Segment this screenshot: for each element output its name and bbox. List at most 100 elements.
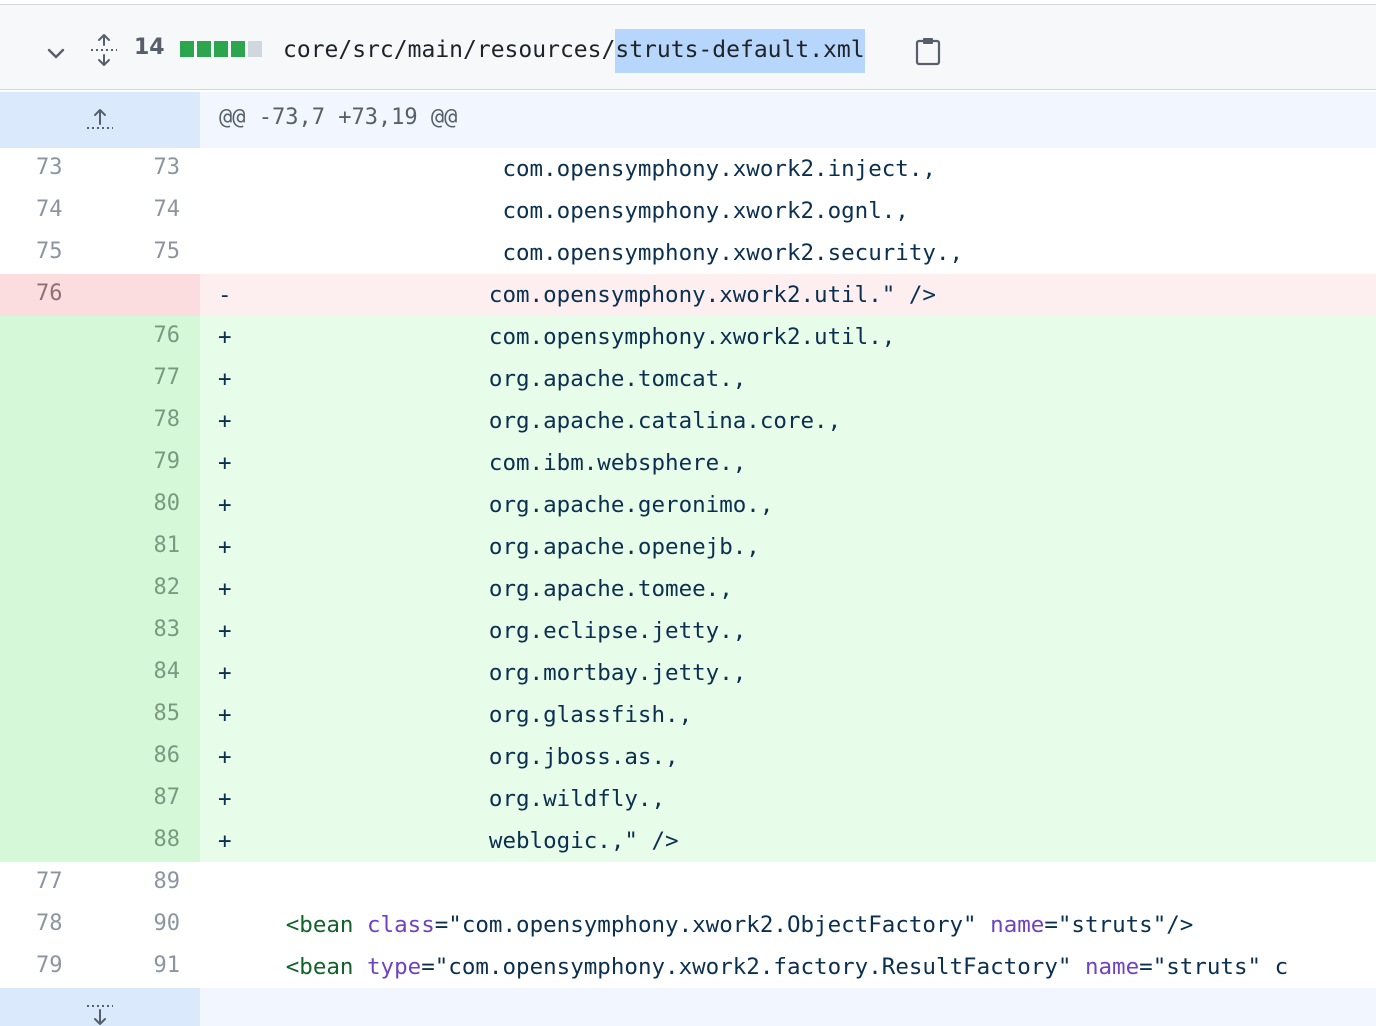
- diff-line: 78 + org.apache.catalina.core.,: [0, 400, 1376, 442]
- diff-sign: [218, 240, 232, 266]
- diffstat-block-add: [231, 41, 245, 57]
- new-line-number[interactable]: 86: [100, 736, 200, 778]
- new-line-number[interactable]: 81: [100, 526, 200, 568]
- code-text: org.glassfish.,: [231, 702, 693, 728]
- expand-down-button[interactable]: [0, 988, 200, 1026]
- old-line-number[interactable]: [0, 610, 100, 652]
- diff-line: 77 + org.apache.tomcat.,: [0, 358, 1376, 400]
- changed-lines-count: 14: [134, 35, 165, 60]
- old-line-number[interactable]: [0, 694, 100, 736]
- code-line: + org.eclipse.jetty.,: [200, 610, 1376, 652]
- code-line: com.opensymphony.xwork2.inject.,: [200, 148, 1376, 190]
- old-line-number[interactable]: [0, 568, 100, 610]
- new-line-number[interactable]: 77: [100, 358, 200, 400]
- old-line-number[interactable]: [0, 484, 100, 526]
- old-line-number[interactable]: 76: [0, 274, 100, 316]
- new-line-number[interactable]: 91: [100, 946, 200, 988]
- new-line-number[interactable]: [100, 274, 200, 316]
- code-text: com.opensymphony.xwork2.util.,: [231, 324, 896, 350]
- old-line-number[interactable]: [0, 358, 100, 400]
- old-line-number[interactable]: [0, 736, 100, 778]
- expand-all-icon[interactable]: [88, 33, 120, 67]
- old-line-number[interactable]: 77: [0, 862, 100, 904]
- diff-sign: [218, 954, 232, 980]
- new-line-number[interactable]: 76: [100, 316, 200, 358]
- diff-sign: +: [218, 366, 232, 392]
- file-path[interactable]: core/src/main/resources/struts-default.x…: [283, 29, 865, 73]
- code-text: com.opensymphony.xwork2.inject.,: [231, 156, 936, 182]
- code-attr: type: [367, 954, 422, 980]
- old-line-number[interactable]: [0, 442, 100, 484]
- code-line: + com.ibm.websphere.,: [200, 442, 1376, 484]
- expand-up-icon: [87, 109, 113, 129]
- old-line-number[interactable]: 73: [0, 148, 100, 190]
- new-line-number[interactable]: 74: [100, 190, 200, 232]
- expand-up-button[interactable]: [0, 92, 200, 148]
- code-line: + weblogic.," />: [200, 820, 1376, 862]
- code-line: + org.wildfly.,: [200, 778, 1376, 820]
- diff-line: 81 + org.apache.openejb.,: [0, 526, 1376, 568]
- chevron-down-icon[interactable]: [44, 41, 68, 65]
- code-value: ="struts" c: [1139, 954, 1289, 980]
- new-line-number[interactable]: 78: [100, 400, 200, 442]
- new-line-number[interactable]: 73: [100, 148, 200, 190]
- code-text: org.apache.catalina.core.,: [231, 408, 842, 434]
- diff-line: 77 89: [0, 862, 1376, 904]
- old-line-number[interactable]: [0, 652, 100, 694]
- new-line-number[interactable]: 84: [100, 652, 200, 694]
- diff-line: 84 + org.mortbay.jetty.,: [0, 652, 1376, 694]
- diff-sign: +: [218, 618, 232, 644]
- old-line-number[interactable]: 74: [0, 190, 100, 232]
- code-line: + org.apache.geronimo.,: [200, 484, 1376, 526]
- diff-sign: +: [218, 576, 232, 602]
- new-line-number[interactable]: 79: [100, 442, 200, 484]
- code-text: com.ibm.websphere.,: [231, 450, 747, 476]
- code-value: ="com.opensymphony.xwork2.ObjectFactory": [434, 912, 991, 938]
- new-line-number[interactable]: 89: [100, 862, 200, 904]
- new-line-number[interactable]: 82: [100, 568, 200, 610]
- code-text: org.eclipse.jetty.,: [231, 618, 747, 644]
- code-line: - com.opensymphony.xwork2.util." />: [200, 274, 1376, 316]
- old-line-number[interactable]: [0, 400, 100, 442]
- hunk-range: @@ -73,7 +73,19 @@: [219, 105, 458, 130]
- diffstat-bar: [180, 41, 262, 57]
- new-line-number[interactable]: 87: [100, 778, 200, 820]
- hunk-header: @@ -73,7 +73,19 @@: [0, 92, 1376, 148]
- old-line-number[interactable]: [0, 526, 100, 568]
- file-path-dir: core/src/main/resources/: [283, 37, 616, 63]
- new-line-number[interactable]: 83: [100, 610, 200, 652]
- new-line-number[interactable]: 75: [100, 232, 200, 274]
- diff-line: 83 + org.eclipse.jetty.,: [0, 610, 1376, 652]
- new-line-number[interactable]: 85: [100, 694, 200, 736]
- new-line-number[interactable]: 90: [100, 904, 200, 946]
- copy-path-icon[interactable]: [914, 36, 942, 66]
- diffstat-block-add: [214, 41, 228, 57]
- old-line-number[interactable]: 78: [0, 904, 100, 946]
- code-line: <bean class="com.opensymphony.xwork2.Obj…: [200, 904, 1376, 946]
- diff-sign: +: [218, 450, 232, 476]
- diff-line: 79 91 <bean type="com.opensymphony.xwork2…: [0, 946, 1376, 988]
- diff-line: 76 + com.opensymphony.xwork2.util.,: [0, 316, 1376, 358]
- diff-line: 80 + org.apache.geronimo.,: [0, 484, 1376, 526]
- new-line-number[interactable]: 88: [100, 820, 200, 862]
- code-line: + org.mortbay.jetty.,: [200, 652, 1376, 694]
- diff-sign: -: [218, 282, 232, 308]
- diff-line: 86 + org.jboss.as.,: [0, 736, 1376, 778]
- old-line-number[interactable]: [0, 820, 100, 862]
- code-line: + org.apache.tomee.,: [200, 568, 1376, 610]
- old-line-number[interactable]: 79: [0, 946, 100, 988]
- old-line-number[interactable]: [0, 316, 100, 358]
- old-line-number[interactable]: 75: [0, 232, 100, 274]
- diff-line: 79 + com.ibm.websphere.,: [0, 442, 1376, 484]
- old-line-number[interactable]: [0, 778, 100, 820]
- code-text: com.opensymphony.xwork2.util." />: [231, 282, 936, 308]
- code-text: org.apache.geronimo.,: [231, 492, 774, 518]
- new-line-number[interactable]: 80: [100, 484, 200, 526]
- code-text: org.jboss.as.,: [231, 744, 679, 770]
- diff-line: 73 73 com.opensymphony.xwork2.inject.,: [0, 148, 1376, 190]
- expand-down-bar: [0, 988, 1376, 1026]
- code-text: org.apache.openejb.,: [231, 534, 760, 560]
- code-attr: name: [1084, 954, 1140, 980]
- diff-sign: +: [218, 786, 232, 812]
- code-text: com.opensymphony.xwork2.ognl.,: [231, 198, 909, 224]
